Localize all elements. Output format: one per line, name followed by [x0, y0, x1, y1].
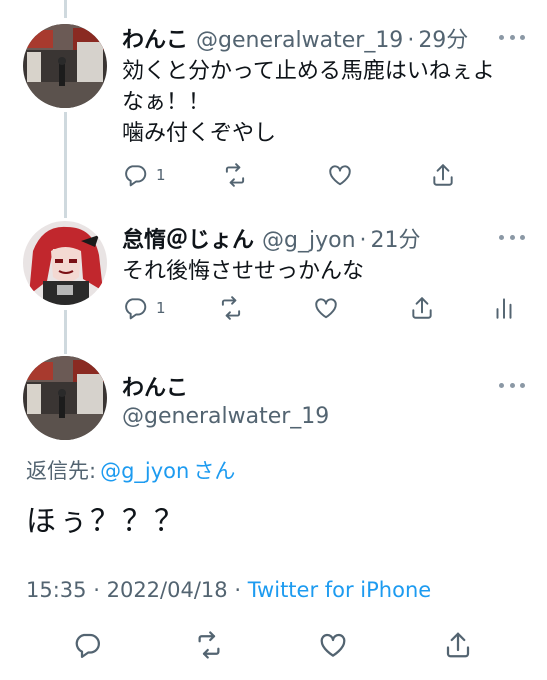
avatar[interactable] [23, 24, 107, 108]
share-icon [446, 632, 470, 658]
reply-count: 1 [156, 166, 166, 184]
more-icon[interactable] [499, 32, 525, 42]
separator: · [407, 28, 415, 53]
timestamp[interactable]: 29分 [418, 22, 468, 54]
more-icon[interactable] [499, 380, 525, 390]
user-handle[interactable]: @generalwater_19 [196, 28, 403, 53]
retweet-icon [225, 163, 245, 187]
reply-mention-link[interactable]: @g_jyon [100, 459, 189, 483]
reply-suffix: さん [193, 459, 236, 483]
tweet-meta: 15:35 · 2022/04/18 · Twitter for iPhone [26, 578, 431, 602]
heart-icon [329, 165, 351, 186]
tweet-text: 効くと分かって止める馬鹿はいねぇよ なぁ！！ 噛み付くぞやし [122, 59, 495, 146]
tweet-text: ほぅ？？？ [26, 504, 186, 539]
main-tweet-actions [0, 628, 547, 662]
display-name[interactable]: 怠惰＠じょん [122, 222, 254, 254]
separator: · [234, 578, 242, 602]
retweet-icon [221, 296, 241, 320]
retweet-icon [198, 631, 220, 659]
retweet-button[interactable] [218, 293, 244, 323]
like-button[interactable] [318, 628, 348, 662]
reply-icon [125, 165, 147, 187]
tweet-time: 15:35 [26, 578, 87, 602]
tweet-header: わんこ @generalwater_19 · 29分 [122, 22, 468, 54]
heart-icon [315, 298, 337, 319]
reply-icon [125, 298, 147, 320]
tweet-header: 怠惰＠じょん @g_jyon · 21分 [122, 222, 421, 254]
timestamp[interactable]: 21分 [371, 222, 421, 254]
reply-to-label: 返信先: [26, 459, 97, 483]
display-name[interactable]: わんこ [122, 22, 188, 54]
share-button[interactable] [430, 160, 456, 190]
separator: · [93, 578, 100, 602]
share-button[interactable] [443, 628, 473, 662]
reply-to-line: 返信先: @g_jyon さん [26, 455, 235, 485]
more-icon[interactable] [499, 232, 525, 242]
user-handle[interactable]: @generalwater_19 [122, 404, 329, 429]
reply-button[interactable]: 1 [122, 160, 166, 190]
tweet-actions: 1 [0, 160, 547, 190]
reply-icon [75, 633, 100, 658]
tweet-text: それ後悔させせっかんな [122, 259, 365, 284]
retweet-button[interactable] [222, 160, 248, 190]
separator: · [359, 228, 367, 253]
avatar[interactable] [23, 356, 107, 440]
retweet-button[interactable] [194, 628, 224, 662]
source-link[interactable]: Twitter for iPhone [248, 578, 432, 602]
share-icon [433, 164, 453, 186]
share-icon [412, 297, 432, 319]
heart-icon [320, 633, 346, 657]
like-button[interactable] [313, 293, 339, 323]
like-button[interactable] [327, 160, 353, 190]
display-name[interactable]: わんこ [122, 370, 188, 402]
user-handle[interactable]: @g_jyon [262, 228, 356, 253]
tweet-date: 2022/04/18 [106, 578, 228, 602]
thread-line [64, 0, 67, 18]
reply-button[interactable] [72, 628, 102, 662]
analytics-icon [496, 298, 512, 319]
analytics-button[interactable] [491, 293, 517, 323]
tweet-actions: 1 [0, 293, 547, 323]
share-button[interactable] [409, 293, 435, 323]
reply-count: 1 [156, 299, 166, 317]
reply-button[interactable]: 1 [122, 293, 166, 323]
